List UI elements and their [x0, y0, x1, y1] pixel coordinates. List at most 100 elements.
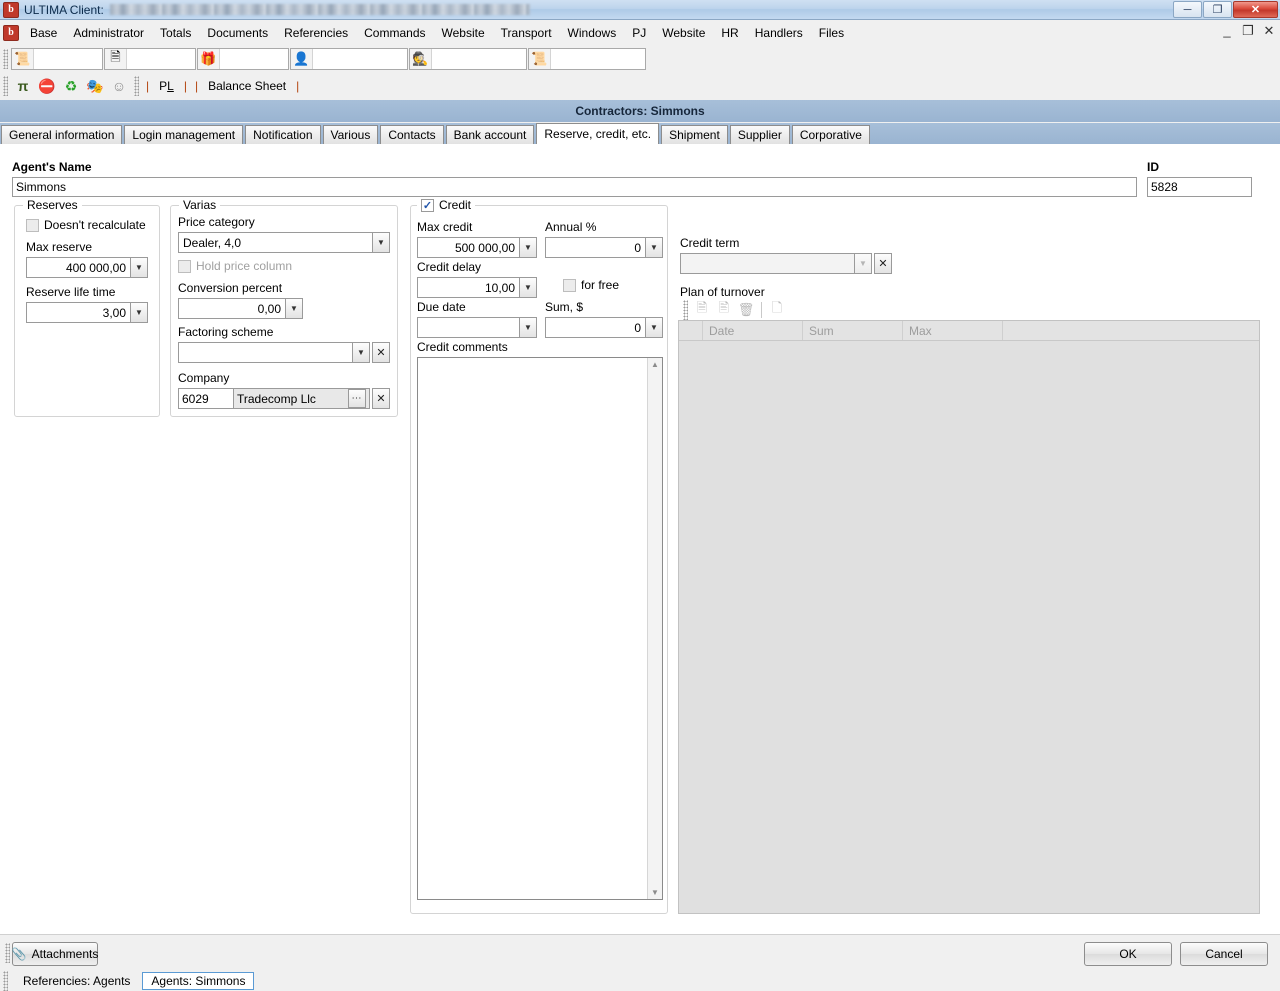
reserve-life-time-dropdown-icon[interactable]: ▼ — [130, 302, 148, 323]
menu-item-windows[interactable]: Windows — [560, 23, 625, 43]
sum-input[interactable]: 0 — [545, 317, 645, 338]
toolbar-combo-document-number-input[interactable] — [34, 48, 102, 69]
agent-name-input[interactable]: Simmons — [12, 177, 1137, 197]
menu-item-files[interactable]: Files — [811, 23, 852, 43]
delete-record-icon[interactable]: 🗑 — [736, 300, 756, 320]
attachments-button[interactable]: 📎 Attachments — [12, 942, 98, 966]
factoring-scheme-dropdown-icon[interactable]: ▼ — [352, 342, 370, 363]
toolbar-combo-person[interactable]: 👤 — [290, 47, 408, 70]
tab-corporative[interactable]: Corporative — [791, 125, 870, 144]
grid-column-sum[interactable]: Sum — [803, 321, 903, 340]
statusbar-tab-agents-simmons[interactable]: Agents: Simmons — [142, 972, 255, 990]
tab-bank-account[interactable]: Bank account — [445, 125, 535, 144]
annual-percent-dropdown-icon[interactable]: ▼ — [645, 237, 663, 258]
mdi-minimize-button[interactable]: _ — [1220, 23, 1234, 39]
credit-delay-spinner[interactable]: 10,00 ▼ — [417, 277, 537, 298]
statusbar-tab-referencies-agents[interactable]: Referencies: Agents — [15, 973, 138, 989]
toolbar-combo-agent[interactable]: 🕵 — [409, 47, 527, 70]
menu-item-totals[interactable]: Totals — [152, 23, 199, 43]
toolbar-combo-document-list-input[interactable] — [127, 48, 195, 69]
credit-delay-dropdown-icon[interactable]: ▼ — [519, 277, 537, 298]
company-code-input[interactable]: 6029 — [178, 388, 234, 409]
tab-shipment[interactable]: Shipment — [661, 125, 728, 144]
conversion-percent-spinner[interactable]: 0,00 ▼ — [178, 298, 303, 319]
toolbar-grip[interactable] — [3, 48, 8, 69]
forbidden-icon[interactable]: ⛔ — [36, 75, 58, 97]
max-credit-dropdown-icon[interactable]: ▼ — [519, 237, 537, 258]
due-date-dropdown-icon[interactable]: ▼ — [519, 317, 537, 338]
max-reserve-input[interactable]: 400 000,00 — [26, 257, 130, 278]
toolbar2-grip[interactable] — [3, 76, 8, 96]
credit-comments-scrollbar[interactable]: ▲ ▼ — [647, 358, 662, 899]
company-browse-icon[interactable]: ⋯ — [348, 389, 366, 408]
price-category-input[interactable]: Dealer, 4,0 — [178, 232, 372, 253]
factoring-scheme-clear-icon[interactable]: ✕ — [372, 342, 390, 363]
toolbar-combo-gift[interactable]: 🎁 — [197, 47, 289, 70]
scroll-up-icon[interactable]: ▲ — [651, 358, 659, 371]
price-category-combo[interactable]: Dealer, 4,0 ▼ — [178, 232, 390, 253]
ghost-icon[interactable]: ☺ — [108, 75, 130, 97]
menu-item-documents[interactable]: Documents — [199, 23, 276, 43]
credit-term-combo[interactable]: ▼ — [680, 253, 872, 274]
max-reserve-spinner[interactable]: 400 000,00 ▼ — [26, 257, 148, 278]
window-maximize-button[interactable]: ❐ — [1203, 1, 1232, 18]
company-clear-icon[interactable]: ✕ — [372, 388, 390, 409]
toolbar-link-balance-sheet[interactable]: Balance Sheet — [208, 79, 286, 93]
factoring-scheme-combo[interactable]: ▼ — [178, 342, 370, 363]
tab-general-information[interactable]: General information — [1, 125, 123, 144]
conversion-percent-dropdown-icon[interactable]: ▼ — [285, 298, 303, 319]
due-date-combo[interactable]: ▼ — [417, 317, 537, 338]
credit-term-dropdown-icon[interactable]: ▼ — [854, 253, 872, 274]
doesnt-recalculate-checkbox[interactable] — [26, 218, 39, 232]
grid-column-max[interactable]: Max — [903, 321, 1003, 340]
menu-item-website-2[interactable]: Website — [654, 23, 713, 43]
tab-contacts[interactable]: Contacts — [380, 125, 444, 144]
tab-login-management[interactable]: Login management — [124, 125, 244, 144]
menu-item-base[interactable]: Base — [22, 23, 65, 43]
max-credit-spinner[interactable]: 500 000,00 ▼ — [417, 237, 537, 258]
toolbar-combo-scroll[interactable]: 📜 — [528, 47, 646, 70]
tab-various[interactable]: Various — [322, 125, 379, 144]
reserve-life-time-spinner[interactable]: 3,00 ▼ — [26, 302, 148, 323]
plan-of-turnover-grid[interactable]: Date Sum Max — [678, 320, 1260, 914]
tab-notification[interactable]: Notification — [245, 125, 321, 144]
credit-term-clear-icon[interactable]: ✕ — [874, 253, 892, 274]
toolbar-combo-scroll-input[interactable] — [551, 48, 645, 69]
statusbar-grip[interactable] — [3, 971, 8, 991]
new-record-icon[interactable]: 🗎 — [692, 300, 712, 320]
credit-delay-input[interactable]: 10,00 — [417, 277, 519, 298]
mdi-restore-button[interactable]: ❐ — [1241, 23, 1255, 39]
credit-enabled-checkbox[interactable]: ✓ — [421, 198, 434, 212]
window-close-button[interactable]: ✕ — [1233, 1, 1278, 18]
doesnt-recalculate-checkbox-row[interactable]: Doesn't recalculate — [26, 218, 146, 232]
price-category-dropdown-icon[interactable]: ▼ — [372, 232, 390, 253]
refresh-recycle-icon[interactable]: ♻ — [60, 75, 82, 97]
tab-reserve-credit-etc[interactable]: Reserve, credit, etc. — [536, 123, 660, 144]
max-credit-input[interactable]: 500 000,00 — [417, 237, 519, 258]
max-reserve-dropdown-icon[interactable]: ▼ — [130, 257, 148, 278]
grid-column-date[interactable]: Date — [703, 321, 803, 340]
factoring-scheme-input[interactable] — [178, 342, 352, 363]
menu-item-administrator[interactable]: Administrator — [65, 23, 152, 43]
credit-comments-value[interactable] — [418, 358, 647, 899]
tab-supplier[interactable]: Supplier — [729, 125, 790, 144]
toolbar-combo-document-list[interactable]: 🗎 — [104, 47, 196, 70]
copy-record-icon[interactable]: 🗋 — [767, 300, 787, 320]
toolbar2-grip-2[interactable] — [134, 76, 139, 96]
credit-groupbox-header[interactable]: ✓ Credit — [417, 198, 476, 212]
menu-item-website[interactable]: Website — [434, 23, 493, 43]
due-date-input[interactable] — [417, 317, 519, 338]
mdi-close-button[interactable]: ✕ — [1262, 23, 1276, 39]
ok-button[interactable]: OK — [1084, 942, 1172, 966]
theater-masks-icon[interactable]: 🎭 — [84, 75, 106, 97]
toolbar-combo-document-number[interactable]: 📜 — [11, 47, 103, 70]
window-minimize-button[interactable]: ─ — [1173, 1, 1202, 18]
id-input[interactable]: 5828 — [1147, 177, 1252, 197]
menu-item-referencies[interactable]: Referencies — [276, 23, 356, 43]
menu-item-commands[interactable]: Commands — [356, 23, 433, 43]
menu-item-transport[interactable]: Transport — [493, 23, 560, 43]
conversion-percent-input[interactable]: 0,00 — [178, 298, 285, 319]
annual-percent-spinner[interactable]: 0 ▼ — [545, 237, 663, 258]
cancel-button[interactable]: Cancel — [1180, 942, 1268, 966]
toolbar-combo-agent-input[interactable] — [432, 48, 526, 69]
